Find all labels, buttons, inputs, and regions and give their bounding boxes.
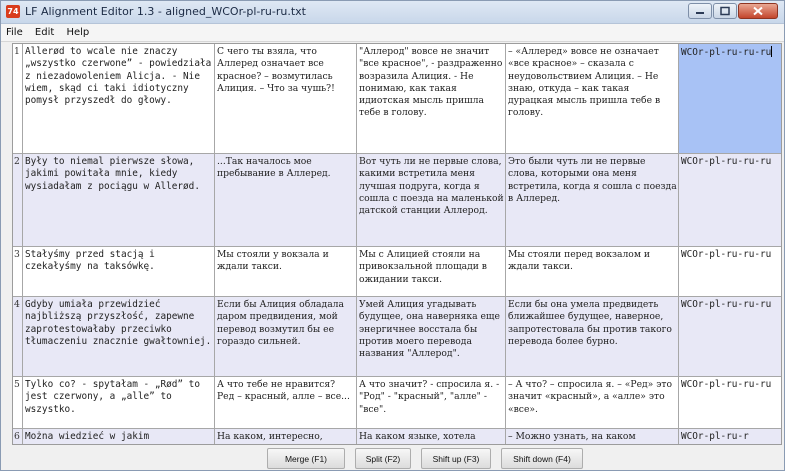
cell-russian-1[interactable]: С чего ты взяла, что Аллеред означает вс… [215,44,357,153]
cell-russian-3[interactable]: Мы стояли перед вокзалом и ждали такси. [506,247,679,296]
cell-russian-1[interactable]: Если бы Алиция обладала даром предвидени… [215,297,357,376]
cell-russian-1[interactable]: Мы стояли у вокзала и ждали такси. [215,247,357,296]
cell-polish[interactable]: Stałyśmy przed stacją i czekałyśmy na ta… [23,247,215,296]
table-row: 1 Allerød to wcale nie znaczy „wszystko … [13,44,781,154]
cell-source-file[interactable]: WCOr-pl-ru-ru-ru [679,247,781,296]
cell-source-file[interactable]: WCOr-pl-ru-ru-ru [679,44,781,153]
cell-russian-3[interactable]: Это были чуть ли не первые слова, которы… [506,154,679,246]
cell-russian-2[interactable]: Умей Алиция угадывать будущее, она навер… [357,297,506,376]
shift-up-button[interactable]: Shift up (F3) [421,448,491,469]
cell-russian-2[interactable]: Вот чуть ли не первые слова, какими встр… [357,154,506,246]
cell-source-file[interactable]: WCOr-pl-ru-ru-ru [679,377,781,428]
cell-russian-1[interactable]: ...Так началось мое пребывание в Аллеред… [215,154,357,246]
cell-source-file[interactable]: WCOr-pl-ru-ru-ru [679,154,781,246]
menu-edit[interactable]: Edit [30,24,58,39]
cell-polish[interactable]: Można wiedzieć w jakim [23,429,215,444]
cell-russian-3[interactable]: – А что? – спросила я. – «Ред» это значи… [506,377,679,428]
close-icon [753,6,763,16]
title-bar: 74 LF Alignment Editor 1.3 - aligned_WCO… [1,1,784,24]
split-button[interactable]: Split (F2) [355,448,411,469]
table-row: 5 Tylko co? - spytałam - „Rød” to jest c… [13,377,781,429]
cell-source-file[interactable]: WCOr-pl-ru-r [679,429,781,444]
cell-russian-2[interactable]: Мы с Алицией стояли на привокзальной пло… [357,247,506,296]
menu-bar: File Edit Help [1,24,784,42]
row-index: 3 [13,247,23,296]
cell-russian-3[interactable]: Если бы она умела предвидеть ближайшее б… [506,297,679,376]
cell-russian-3[interactable]: – Можно узнать, на каком [506,429,679,444]
cell-polish[interactable]: Tylko co? - spytałam - „Rød” to jest cze… [23,377,215,428]
table-row: 6 Można wiedzieć w jakim На каком, интер… [13,429,781,444]
row-index: 4 [13,297,23,376]
minimize-button[interactable] [688,3,712,19]
row-index: 1 [13,44,23,153]
maximize-icon [720,6,730,16]
cell-source-file[interactable]: WCOr-pl-ru-ru-ru [679,297,781,376]
cell-russian-1[interactable]: На каком, интересно, [215,429,357,444]
table-row: 3 Stałyśmy przed stacją i czekałyśmy na … [13,247,781,297]
menu-help[interactable]: Help [61,24,93,39]
table-row: 4 Gdyby umiała przewidzieć najbliższą pr… [13,297,781,377]
app-icon: 74 [6,5,20,18]
cell-polish[interactable]: Allerød to wcale nie znaczy „wszystko cz… [23,44,215,153]
cell-polish[interactable]: Gdyby umiała przewidzieć najbliższą przy… [23,297,215,376]
text-caret [771,46,773,57]
table-row: 2 Były to niemal pierwsze słowa, jakimi … [13,154,781,247]
row-index: 2 [13,154,23,246]
cell-russian-2[interactable]: "Аллерод" вовсе не значит "все красное",… [357,44,506,153]
cell-russian-1[interactable]: А что тебе не нравится? Ред – красный, а… [215,377,357,428]
cell-russian-2[interactable]: А что значит? - спросила я. - "Род" - "к… [357,377,506,428]
alignment-grid: 1 Allerød to wcale nie znaczy „wszystko … [12,43,782,445]
menu-file[interactable]: File [1,24,27,39]
close-button[interactable] [738,3,778,19]
action-button-bar: Merge (F1) Split (F2) Shift up (F3) Shif… [1,445,784,470]
app-window: 74 LF Alignment Editor 1.3 - aligned_WCO… [0,0,785,471]
shift-down-button[interactable]: Shift down (F4) [501,448,583,469]
cell-russian-2[interactable]: На каком языке, хотела [357,429,506,444]
cell-russian-3[interactable]: – «Аллеред» вовсе не означает «все красн… [506,44,679,153]
cell-polish[interactable]: Były to niemal pierwsze słowa, jakimi po… [23,154,215,246]
maximize-button[interactable] [713,3,737,19]
row-index: 6 [13,429,23,444]
row-index: 5 [13,377,23,428]
merge-button[interactable]: Merge (F1) [267,448,345,469]
window-controls [687,3,778,20]
minimize-icon [696,12,704,14]
window-title: LF Alignment Editor 1.3 - aligned_WCOr-p… [25,5,306,18]
